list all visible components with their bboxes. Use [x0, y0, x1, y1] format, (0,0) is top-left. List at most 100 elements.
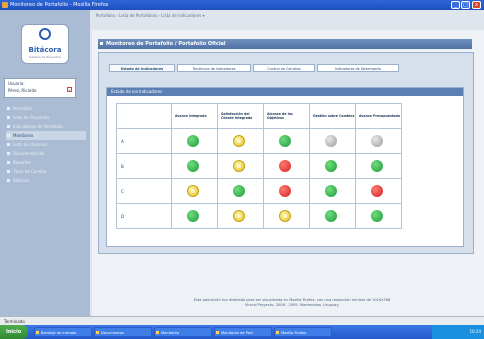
indicator-cell [217, 178, 264, 204]
close-button[interactable]: x [472, 1, 481, 9]
indicator-cell [217, 203, 264, 229]
table-row: C [116, 178, 402, 204]
row-label: D [116, 203, 172, 229]
taskbar-item[interactable]: Monitoreo de Port [214, 327, 272, 337]
status-light-green-icon[interactable] [325, 210, 337, 222]
row-label: A [116, 128, 172, 154]
sidebar-item-label: Lista de Proyectos [13, 115, 50, 120]
system-tray: 10:24 [432, 325, 484, 339]
indicator-cell [263, 128, 310, 154]
sidebar-item-tipos-cambio[interactable]: Tipos de Cambio [6, 167, 86, 176]
taskbar-item[interactable]: Mozilla Firefox [274, 327, 332, 337]
bullet-icon [7, 152, 10, 155]
indicator-cell [217, 128, 264, 154]
start-button[interactable]: Inicio [0, 325, 28, 339]
taskbar-item[interactable]: Documentos [94, 327, 152, 337]
table-row: B [116, 153, 402, 179]
status-light-gray-icon[interactable] [371, 135, 383, 147]
bullet-icon [7, 134, 10, 137]
indicator-cell [263, 203, 310, 229]
sidebar-item-label: Documentación [13, 151, 45, 156]
window-title: Monitoreo de Portafolio - Mozilla Firefo… [10, 2, 109, 8]
title-bar[interactable]: Monitoreo de Portafolio - Mozilla Firefo… [0, 0, 484, 10]
status-light-green-icon[interactable] [371, 210, 383, 222]
bullet-icon [7, 116, 10, 119]
sidebar-item-monitoreo[interactable]: Monitoreo [6, 131, 86, 140]
indicator-cell [309, 128, 356, 154]
table-row: A [116, 128, 402, 154]
status-light-yellow-icon[interactable] [233, 135, 245, 147]
sidebar-item-label: Monitoreo [13, 133, 34, 138]
status-light-green-icon[interactable] [187, 210, 199, 222]
minimize-button[interactable]: _ [451, 1, 460, 9]
status-bar: Terminado [0, 316, 484, 325]
status-light-red-icon[interactable] [279, 160, 291, 172]
status-light-green-icon[interactable] [325, 160, 337, 172]
page-title: Monitoreo de Portafolio / Portafolio Ofi… [98, 39, 472, 49]
status-light-green-icon[interactable] [325, 185, 337, 197]
app-logo[interactable]: Bitácora Gestión de Proyectos [21, 24, 69, 64]
sidebar-item-reportes[interactable]: Reportes [6, 158, 86, 167]
tab-desempeno[interactable]: Indicadores de Desempeño [317, 64, 399, 72]
breadcrumb: Portafolio › Lista de Portafolios › List… [90, 10, 484, 30]
firefox-icon [2, 2, 8, 8]
breadcrumb-text[interactable]: Portafolio › Lista de Portafolios › List… [96, 13, 205, 18]
user-name: Pérez, Ricardo [8, 88, 37, 93]
corner-cell [116, 103, 172, 129]
sidebar-item-portafolio[interactable]: Portafolio [6, 104, 86, 113]
status-light-green-icon[interactable] [371, 160, 383, 172]
title-bullet-icon [100, 42, 103, 45]
tab-estado[interactable]: Estado de Indicadores [109, 64, 175, 72]
indicator-cell [171, 153, 218, 179]
logo-tagline: Gestión de Proyectos [29, 55, 61, 59]
status-light-yellow-icon[interactable] [279, 210, 291, 222]
logo-name: Bitácora [28, 46, 62, 54]
status-light-red-icon[interactable] [279, 185, 291, 197]
maximize-button[interactable]: □ [461, 1, 470, 9]
indicator-cell [309, 178, 356, 204]
indicator-cell [309, 153, 356, 179]
status-light-yellow-icon[interactable] [187, 185, 199, 197]
sidebar-item-usuarios[interactable]: Lista de Usuarios [6, 140, 86, 149]
indicators-card: Estado de los Indicadores Avance Integra… [106, 87, 464, 247]
status-light-green-icon[interactable] [279, 135, 291, 147]
app-icon [96, 331, 99, 334]
status-light-yellow-icon[interactable] [233, 210, 245, 222]
row-label: B [116, 153, 172, 179]
column-header: Gestión sobre Cambios [309, 103, 356, 129]
indicators-table: Avance Integrado Satisfacción del Client… [116, 103, 402, 229]
bullet-icon [7, 161, 10, 164]
bullet-icon [7, 107, 10, 110]
status-light-yellow-icon[interactable] [233, 160, 245, 172]
indicator-cell [355, 128, 402, 154]
sidebar-item-indicadores[interactable]: Indicadores de Portafolio [6, 122, 86, 131]
status-light-green-icon[interactable] [233, 185, 245, 197]
status-light-gray-icon[interactable] [325, 135, 337, 147]
column-header: Avance Presupuestado [355, 103, 402, 129]
app-icon [216, 331, 219, 334]
row-label: C [116, 178, 172, 204]
sidebar-item-label: Reportes [13, 160, 31, 165]
table-header-row: Avance Integrado Satisfacción del Client… [116, 103, 402, 129]
indicator-cell [309, 203, 356, 229]
sidebar-item-bitacora[interactable]: Bitácora [6, 176, 86, 185]
taskbar-item[interactable]: Bandeja de entrada [34, 327, 92, 337]
indicator-cell [355, 203, 402, 229]
indicator-cell [171, 128, 218, 154]
sidebar-item-label: Bitácora [13, 178, 30, 183]
tab-control[interactable]: Control de Cambios [253, 64, 315, 72]
sidebar-item-proyectos[interactable]: Lista de Proyectos [6, 113, 86, 122]
table-row: D [116, 203, 402, 229]
logout-icon[interactable]: x [67, 87, 72, 93]
status-light-red-icon[interactable] [371, 185, 383, 197]
taskbar-item[interactable]: Monitoreo [154, 327, 212, 337]
tab-tendencia[interactable]: Tendencia de Indicadores [177, 64, 251, 72]
sidebar-item-label: Portafolio [13, 106, 32, 111]
sidebar-item-label: Indicadores de Portafolio [13, 124, 63, 129]
indicator-cell [355, 153, 402, 179]
status-light-green-icon[interactable] [187, 135, 199, 147]
status-light-green-icon[interactable] [187, 160, 199, 172]
sidebar-item-documentacion[interactable]: Documentación [6, 149, 86, 158]
taskbar-label: Monitoreo [161, 331, 179, 335]
indicator-cell [171, 178, 218, 204]
